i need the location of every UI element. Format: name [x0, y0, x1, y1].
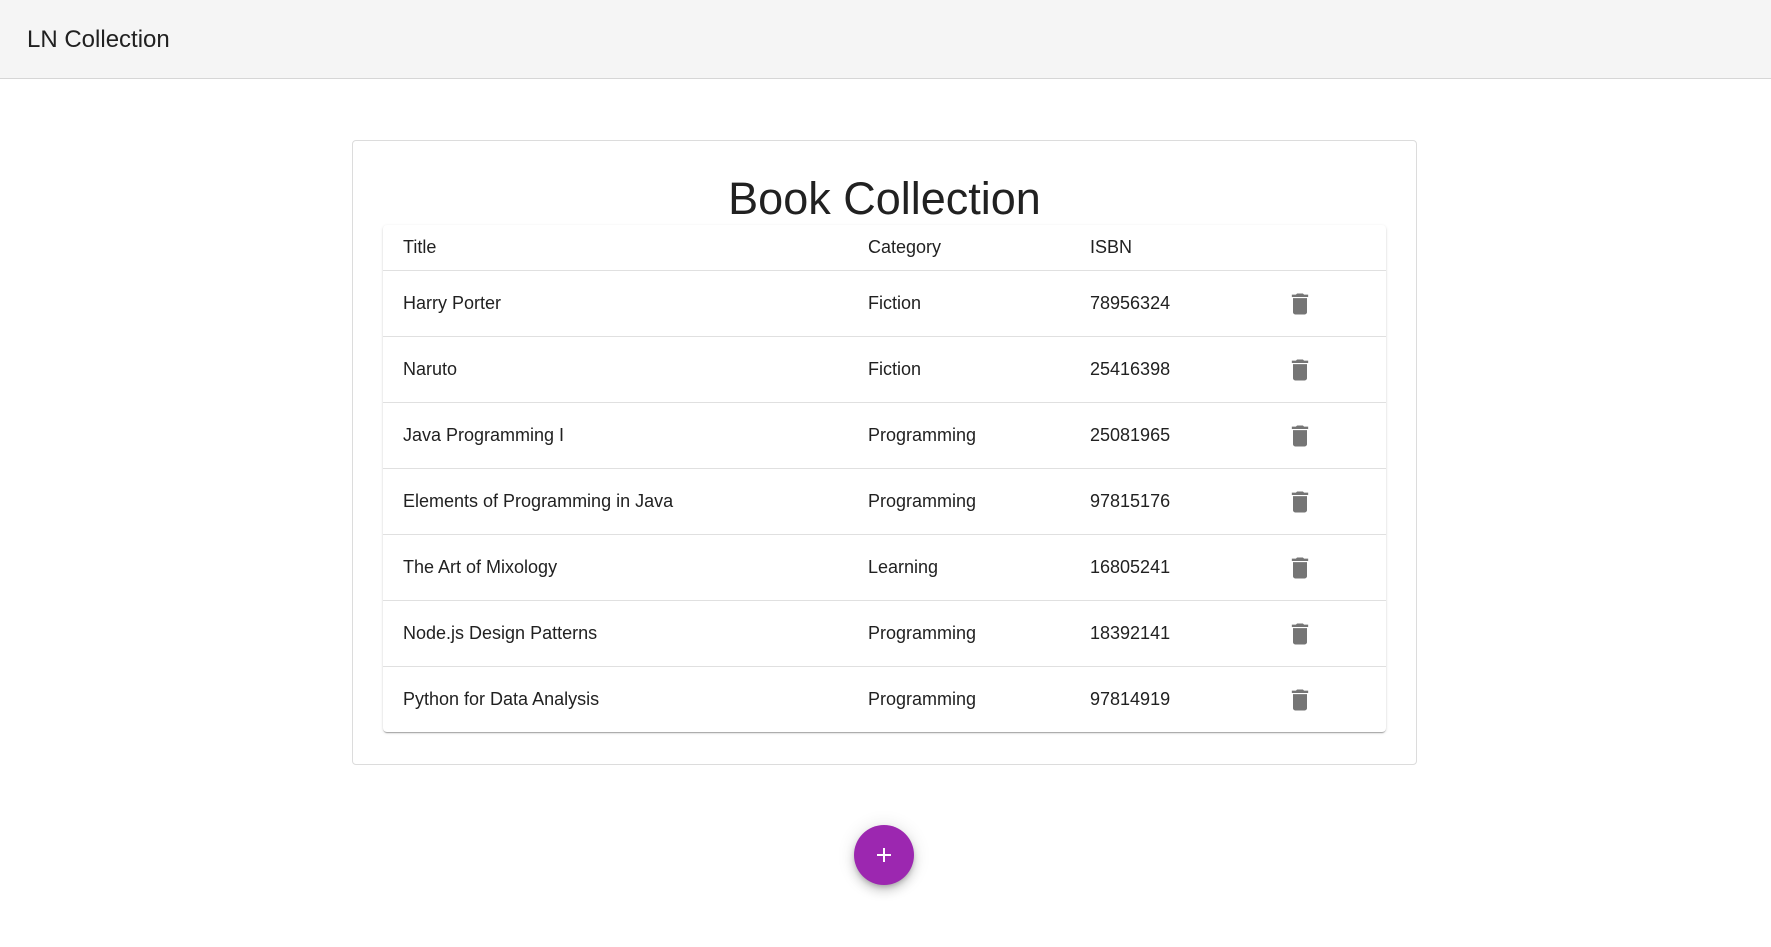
cell-isbn: 78956324 [1070, 270, 1263, 337]
delete-icon [1291, 491, 1309, 512]
cell-isbn: 18392141 [1070, 600, 1263, 667]
delete-button[interactable] [1280, 416, 1320, 456]
table-header-row: Title Category ISBN [383, 225, 1386, 271]
table-row: Naruto Fiction 25416398 [383, 336, 1386, 403]
cell-title: Naruto [383, 336, 848, 403]
cell-title: Harry Porter [383, 270, 848, 337]
cell-title: Java Programming I [383, 402, 848, 469]
cell-actions [1263, 600, 1386, 667]
delete-icon [1291, 623, 1309, 644]
book-collection-card: Book Collection Title Category ISBN Harr… [352, 140, 1417, 765]
column-header-actions [1263, 225, 1386, 271]
cell-category: Programming [848, 600, 1070, 667]
cell-category: Learning [848, 534, 1070, 601]
cell-title: Python for Data Analysis [403, 689, 600, 709]
cell-isbn: 25416398 [1070, 336, 1263, 403]
column-header-isbn: ISBN [1070, 225, 1263, 271]
cell-isbn: 97815176 [1070, 468, 1263, 535]
cell-title: Elements of Programming in Java [383, 468, 848, 535]
table-row: Java Programming I Programming 25081965 [383, 402, 1386, 469]
plus-icon [877, 848, 891, 862]
cell-actions [1263, 534, 1386, 601]
table-row: Harry Porter Fiction 78956324 [383, 270, 1386, 337]
delete-button[interactable] [1280, 680, 1320, 720]
table-body: Harry Porter Fiction 78956324 Naruto Fiction… [383, 270, 1386, 733]
app-title: LN Collection [27, 26, 170, 53]
cell-category: Programming [848, 402, 1070, 469]
cell-category: Programming [868, 689, 977, 709]
cell-category: Programming [848, 468, 1070, 535]
cell-actions [1263, 270, 1386, 337]
delete-icon [1291, 557, 1309, 578]
column-header-title: Title [383, 225, 848, 271]
delete-button[interactable] [1280, 614, 1320, 654]
add-book-button[interactable] [854, 825, 914, 885]
cell-actions [1263, 468, 1386, 535]
table-row: Node.js Design Patterns Programming 183921… [383, 600, 1386, 667]
cell-actions [1263, 402, 1386, 469]
books-table: Title Category ISBN Harry Porter Fiction 7… [383, 225, 1386, 732]
delete-button[interactable] [1280, 482, 1320, 522]
delete-button[interactable] [1280, 548, 1320, 588]
books-table-container: Title Category ISBN Harry Porter Fiction 7… [383, 225, 1386, 732]
cell-category: Fiction [848, 270, 1070, 337]
cell-title: The Art of Mixology [383, 534, 848, 601]
delete-icon [1291, 689, 1309, 710]
table-row: Python for Data Analysis Programming 97814… [383, 667, 1386, 733]
cell-isbn: 16805241 [1070, 534, 1263, 601]
delete-icon [1291, 425, 1309, 446]
cell-isbn: 25081965 [1070, 402, 1263, 469]
cell-isbn: 97814919 [1090, 689, 1171, 709]
top-toolbar: LN Collection [0, 0, 1771, 79]
delete-icon [1291, 293, 1309, 314]
cell-category: Fiction [848, 336, 1070, 403]
cell-actions [1263, 336, 1386, 403]
page-title: Book Collection [728, 173, 1041, 224]
cell-title: Node.js Design Patterns [383, 600, 848, 667]
table-row: The Art of Mixology Learning 16805241 [383, 534, 1386, 601]
cell-actions [1263, 667, 1386, 733]
table-row: Elements of Programming in Java Programmi… [383, 468, 1386, 535]
delete-button[interactable] [1280, 350, 1320, 390]
delete-icon [1291, 359, 1309, 380]
delete-button[interactable] [1280, 284, 1320, 324]
column-header-category: Category [848, 225, 1070, 271]
